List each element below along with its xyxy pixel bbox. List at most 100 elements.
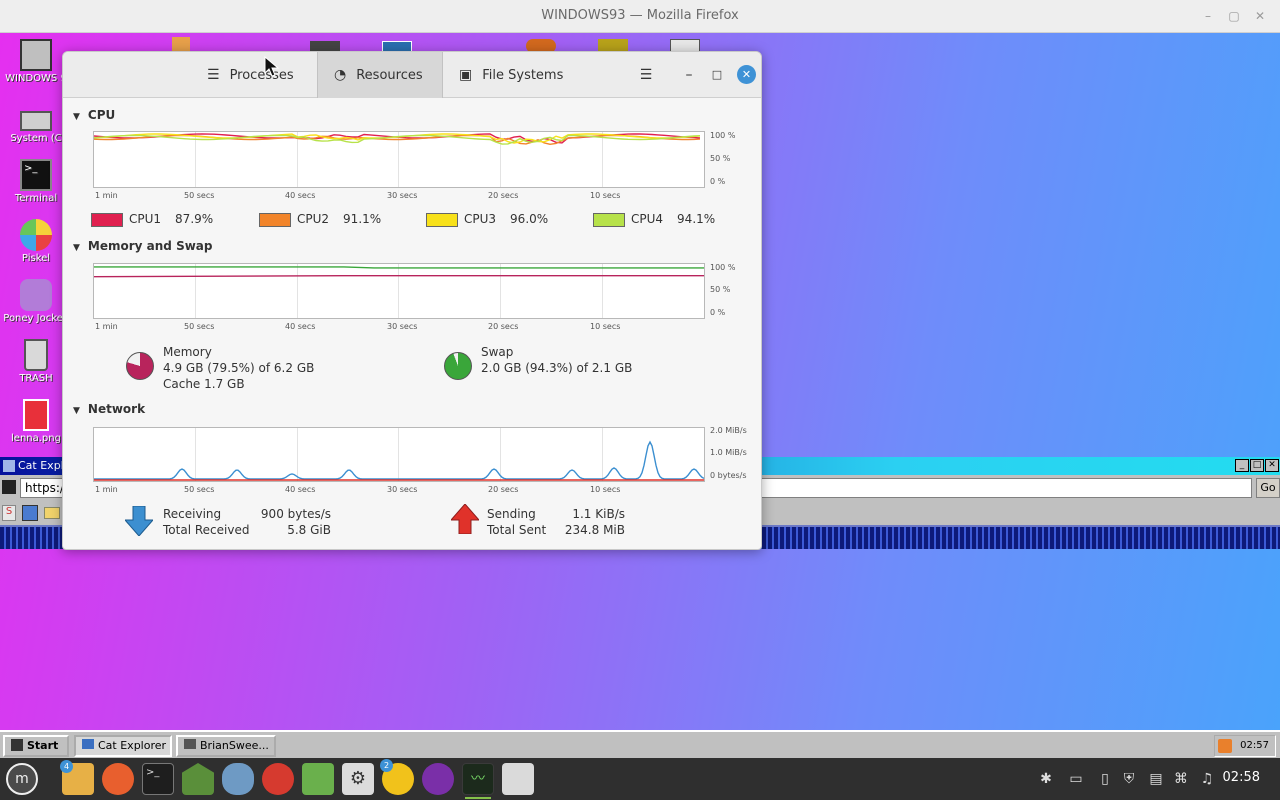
maximize-icon[interactable]: □ [1250, 459, 1264, 472]
sending-values: 1.1 KiB/s 234.8 MiB [539, 506, 625, 538]
maximize-icon[interactable]: ▢ [1226, 8, 1242, 24]
minimize-icon[interactable]: – [1200, 8, 1216, 24]
cpu1-legend[interactable]: CPU1 87.9% [91, 212, 213, 227]
upload-arrow-icon[interactable] [451, 504, 479, 534]
list-icon: ☰ [207, 67, 220, 83]
desktop-icon-label: WINDOWS 9 [5, 73, 67, 84]
y-axis-label: 0 % [710, 308, 726, 317]
cpu3-legend[interactable]: CPU3 96.0% [426, 212, 548, 227]
start-button[interactable]: Start [3, 735, 69, 757]
notification-badge: 2 [380, 759, 393, 772]
close-icon[interactable]: ✕ [1252, 8, 1268, 24]
download-arrow-icon[interactable] [125, 506, 153, 536]
cpu-section-header[interactable]: ▼ CPU [73, 108, 115, 122]
minimize-icon[interactable]: – [679, 65, 699, 85]
s-icon[interactable]: S [2, 505, 16, 521]
x-axis-label: 10 secs [590, 485, 621, 494]
maximize-icon[interactable]: □ [707, 65, 727, 85]
y-axis-label: 100 % [710, 131, 736, 140]
window-title: WINDOWS93 — Mozilla Firefox [541, 8, 739, 23]
color-swatch[interactable] [593, 212, 625, 227]
trash-icon [24, 339, 48, 371]
x-axis-label: 1 min [95, 485, 118, 494]
notification-badge: 4 [60, 760, 73, 773]
system-monitor-icon[interactable]: 〰 [462, 763, 494, 799]
close-button[interactable]: ✕ [737, 65, 756, 84]
cpu-name: CPU1 [129, 212, 162, 226]
mint-menu-icon[interactable]: m [6, 763, 38, 795]
memory-section-header[interactable]: ▼ Memory and Swap [73, 239, 213, 253]
x-axis-label: 20 secs [488, 322, 519, 331]
minimize-icon[interactable]: _ [1235, 459, 1249, 472]
settings-gear-icon[interactable]: ⚙ [342, 763, 374, 795]
go-button[interactable]: Go [1256, 478, 1280, 498]
calculator-icon[interactable] [302, 763, 334, 795]
cloud-icon[interactable] [222, 763, 254, 795]
folder-icon[interactable] [44, 507, 60, 519]
notes-icon[interactable]: ▤ [1147, 770, 1165, 788]
x-axis-label: 20 secs [488, 485, 519, 494]
w93-clock: 02:57 [1214, 735, 1276, 757]
cpu4-legend[interactable]: CPU4 94.1% [593, 212, 715, 227]
desktop-icon-label: Piskel [21, 253, 51, 264]
task-brianswee[interactable]: BrianSwee... [176, 735, 276, 757]
tab-file-systems[interactable]: ▣ File Systems [443, 52, 583, 98]
x-axis-label: 50 secs [184, 322, 215, 331]
x-axis-label: 50 secs [184, 485, 215, 494]
files-icon[interactable]: 4 [60, 760, 94, 795]
y-axis-label: 50 % [710, 285, 731, 294]
pony-icon [20, 279, 52, 311]
expander-icon: ▼ [73, 243, 80, 253]
task-cat-explorer[interactable]: Cat Explorer [74, 735, 172, 757]
bee-tray-icon[interactable]: ✱ [1037, 770, 1055, 788]
desktop-icon-label: TRASH [19, 373, 53, 384]
cpu-name: CPU4 [631, 212, 664, 226]
memory-cache: Cache 1.7 GB [163, 377, 245, 391]
x-axis-label: 10 secs [590, 322, 621, 331]
memory-pie-icon[interactable] [126, 352, 154, 380]
network-icon[interactable]: ⌘ [1172, 770, 1190, 788]
image-file-icon [23, 399, 49, 431]
bee-icon[interactable]: 2 [380, 759, 414, 795]
task-label: BrianSwee... [200, 739, 269, 752]
section-title: Network [87, 402, 146, 416]
color-swatch[interactable] [426, 212, 458, 227]
cpu2-legend[interactable]: CPU2 91.1% [259, 212, 381, 227]
y-axis-label: 1.0 MiB/s [710, 448, 747, 457]
music-note-icon[interactable]: ♫ [1198, 770, 1216, 788]
tab-processes[interactable]: ☰ Processes [191, 52, 317, 98]
update-manager-icon[interactable] [182, 763, 214, 795]
screen-icon[interactable] [22, 505, 38, 521]
mint-clock: 02:58 [1222, 770, 1260, 785]
w93-taskbar: Start Cat Explorer BrianSwee... 02:57 [0, 730, 1280, 758]
network-section-header[interactable]: ▼ Network [73, 402, 145, 416]
section-title: Memory and Swap [87, 239, 213, 253]
toggle-settings-icon[interactable] [502, 763, 534, 795]
purple-app-icon[interactable] [422, 763, 454, 795]
y-axis-label: 0 % [710, 177, 726, 186]
color-swatch[interactable] [259, 212, 291, 227]
close-icon[interactable]: ✕ [1265, 459, 1279, 472]
clipboard-icon[interactable]: ▯ [1096, 770, 1114, 788]
color-swatch[interactable] [91, 212, 123, 227]
expander-icon: ▼ [73, 406, 80, 416]
swap-pie-icon[interactable] [444, 352, 472, 380]
menu-icon[interactable]: ☰ [636, 65, 656, 85]
drive-icon [20, 111, 52, 131]
drive-tray-icon[interactable]: ▭ [1067, 770, 1085, 788]
mario-icon[interactable] [262, 763, 294, 795]
swap-line [94, 266, 704, 269]
x-axis-label: 1 min [95, 322, 118, 331]
tab-resources[interactable]: ◔ Resources [317, 52, 443, 98]
firefox-icon[interactable] [102, 763, 134, 795]
x-axis-label: 40 secs [285, 322, 316, 331]
x-axis-label: 20 secs [488, 191, 519, 200]
terminal-icon[interactable]: >_ [142, 763, 174, 795]
computer-icon [20, 39, 52, 71]
section-title: CPU [87, 108, 116, 122]
shield-icon[interactable]: ⛨ [1120, 770, 1138, 788]
rss-icon[interactable] [1218, 739, 1232, 753]
cpu-name: CPU3 [464, 212, 497, 226]
memory-line [94, 274, 704, 278]
game-icon[interactable] [172, 37, 190, 51]
